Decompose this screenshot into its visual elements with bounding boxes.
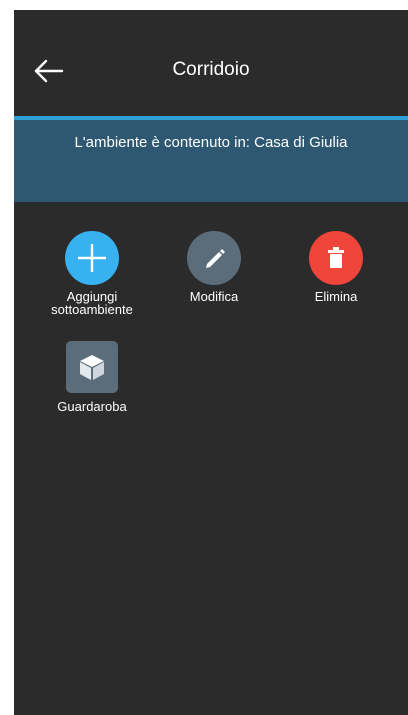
pencil-icon (206, 249, 225, 268)
add-subroom-button[interactable]: Aggiungi sottoambiente (37, 231, 147, 316)
edit-label: Modifica (189, 289, 239, 304)
app-screen: Corridoio L'ambiente è contenuto in: Cas… (14, 10, 408, 715)
delete-label: Elimina (314, 289, 358, 304)
add-subroom-label-line2: sottoambiente (51, 302, 133, 317)
edit-button[interactable]: Modifica (159, 231, 269, 303)
delete-circle (309, 231, 363, 285)
subroom-item[interactable]: Guardaroba (37, 341, 147, 413)
subroom-label: Guardaroba (57, 399, 127, 414)
plus-icon (78, 244, 106, 272)
delete-button[interactable]: Elimina (281, 231, 391, 303)
subroom-tile (66, 341, 118, 393)
parent-room-text: L'ambiente è contenuto in: Casa di Giuli… (74, 134, 348, 151)
parent-room-banner (14, 120, 408, 202)
add-subroom-label: Aggiungi sottoambiente (37, 290, 147, 316)
edit-circle (187, 231, 241, 285)
trash-icon (328, 247, 344, 268)
page-title: Corridoio (172, 59, 250, 80)
add-subroom-circle (65, 231, 119, 285)
app-bar: Corridoio (14, 10, 408, 116)
cube-icon (80, 355, 104, 380)
